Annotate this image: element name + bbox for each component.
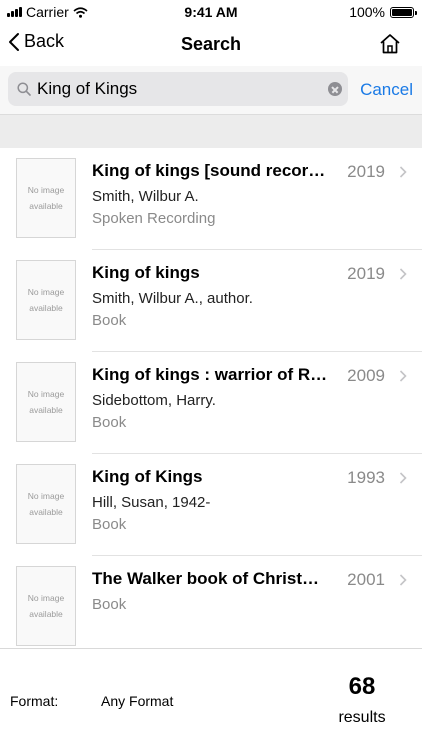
battery-icon bbox=[390, 6, 417, 18]
no-image-text: No image available bbox=[27, 389, 65, 415]
results-label: results bbox=[338, 709, 386, 726]
search-field[interactable] bbox=[8, 72, 348, 106]
format-selector[interactable]: Any Format bbox=[101, 693, 173, 709]
no-image-thumbnail: No image available bbox=[16, 362, 76, 442]
result-year: 1993 bbox=[347, 468, 385, 487]
result-row[interactable]: No image available King of kings [sound … bbox=[0, 148, 422, 250]
result-row[interactable]: No image available King of Kings 1993 Hi… bbox=[0, 454, 422, 556]
result-format: Book bbox=[92, 596, 127, 613]
result-year: 2019 bbox=[347, 162, 385, 181]
result-title: King of Kings bbox=[92, 467, 203, 486]
result-format: Book bbox=[92, 414, 127, 431]
result-year: 2009 bbox=[347, 366, 385, 385]
result-author: Hill, Susan, 1942- bbox=[92, 494, 211, 511]
results-list[interactable]: No image available King of kings [sound … bbox=[0, 148, 422, 648]
result-title: King of kings [sound recording] bbox=[92, 161, 330, 180]
results-count: 68 bbox=[348, 673, 376, 700]
result-title: King of kings : warrior of Rome bbox=[92, 365, 330, 384]
no-image-thumbnail: No image available bbox=[16, 260, 76, 340]
page-title: Search bbox=[180, 34, 242, 54]
chevron-right-icon bbox=[399, 370, 407, 382]
home-icon[interactable] bbox=[378, 32, 402, 56]
chevron-right-icon bbox=[399, 268, 407, 280]
search-area: Cancel bbox=[0, 66, 422, 114]
result-year: 2019 bbox=[347, 264, 385, 283]
status-bar: Carrier 9:41 AM 100% bbox=[0, 0, 422, 24]
result-title: The Walker book of Christmas bbox=[92, 569, 330, 588]
chevron-right-icon bbox=[399, 472, 407, 484]
search-input[interactable] bbox=[37, 72, 317, 106]
result-author: Smith, Wilbur A. bbox=[92, 188, 199, 205]
result-format: Book bbox=[92, 312, 127, 329]
battery-percent: 100% bbox=[349, 4, 385, 20]
no-image-text: No image available bbox=[27, 593, 65, 619]
result-author: Smith, Wilbur A., author. bbox=[92, 290, 253, 307]
chevron-right-icon bbox=[399, 574, 407, 586]
section-header bbox=[0, 114, 422, 148]
format-label: Format: bbox=[10, 693, 59, 709]
bottom-bar: Format: Any Format 68 results bbox=[0, 648, 422, 750]
result-format: Book bbox=[92, 516, 127, 533]
no-image-thumbnail: No image available bbox=[16, 566, 76, 646]
result-year: 2001 bbox=[347, 570, 385, 589]
cancel-button[interactable]: Cancel bbox=[360, 80, 413, 100]
status-right: 100% bbox=[349, 4, 417, 20]
search-icon bbox=[17, 82, 31, 96]
nav-bar: Back Search bbox=[0, 24, 422, 66]
no-image-thumbnail: No image available bbox=[16, 464, 76, 544]
result-author: Sidebottom, Harry. bbox=[92, 392, 216, 409]
result-format: Spoken Recording bbox=[92, 210, 216, 227]
result-row[interactable]: No image available King of kings : warri… bbox=[0, 352, 422, 454]
result-row[interactable]: No image available The Walker book of Ch… bbox=[0, 556, 422, 648]
no-image-thumbnail: No image available bbox=[16, 158, 76, 238]
no-image-text: No image available bbox=[27, 287, 65, 313]
no-image-text: No image available bbox=[27, 185, 65, 211]
result-title: King of kings bbox=[92, 263, 200, 282]
clear-icon[interactable] bbox=[328, 82, 342, 96]
chevron-right-icon bbox=[399, 166, 407, 178]
no-image-text: No image available bbox=[27, 491, 65, 517]
result-row[interactable]: No image available King of kings 2019 Sm… bbox=[0, 250, 422, 352]
